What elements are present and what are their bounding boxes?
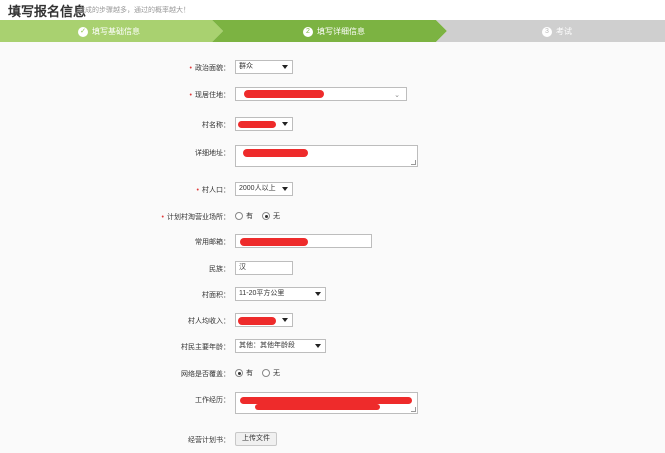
age-select[interactable]: 其他：其他年龄段 bbox=[235, 339, 326, 353]
registration-form: • 政治面貌： 群众 • 现居住地： ⌄ 村名称： 详细地址： • 村人口： 2… bbox=[0, 42, 665, 453]
row-email: 常用邮箱： bbox=[0, 234, 665, 250]
venue-radio-group: 有 无 bbox=[235, 209, 286, 223]
area-value: 11-20平方公里 bbox=[239, 290, 285, 297]
experience-label: 工作经历： bbox=[195, 397, 230, 404]
plan-label: 经营计划书： bbox=[188, 437, 230, 444]
venue-radio-no[interactable] bbox=[262, 212, 270, 220]
check-icon: ✓ bbox=[78, 26, 88, 37]
redaction-mark bbox=[255, 404, 380, 410]
progress-steps: ✓ 填写基础信息 2 填写详细信息 3 考试 bbox=[0, 20, 665, 42]
row-age: 村民主要年龄： 其他：其他年龄段 bbox=[0, 339, 665, 355]
redaction-mark bbox=[238, 317, 276, 325]
row-residence: • 现居住地： ⌄ bbox=[0, 87, 665, 103]
step-2[interactable]: 2 填写详细信息 bbox=[303, 26, 365, 37]
caret-down-icon bbox=[282, 122, 288, 126]
row-ethnicity: 民族： 汉 bbox=[0, 261, 665, 277]
row-plan: 经营计划书： 上传文件 bbox=[0, 432, 665, 448]
step-2-number: 2 bbox=[303, 26, 313, 37]
step-3-label: 考试 bbox=[556, 27, 572, 36]
redaction-mark bbox=[243, 149, 308, 157]
row-area: 村面积： 11-20平方公里 bbox=[0, 287, 665, 303]
network-yes-label: 有 bbox=[246, 370, 253, 377]
row-experience: 工作经历： bbox=[0, 392, 665, 416]
income-label: 村人均收入： bbox=[188, 318, 230, 325]
network-radio-group: 有 无 bbox=[235, 366, 286, 380]
required-mark: • bbox=[161, 214, 164, 221]
age-label: 村民主要年龄： bbox=[181, 344, 230, 351]
redaction-mark bbox=[240, 238, 308, 246]
political-value: 群众 bbox=[239, 63, 253, 70]
row-village: 村名称： bbox=[0, 117, 665, 133]
political-select[interactable]: 群众 bbox=[235, 60, 293, 74]
resize-grip-icon bbox=[411, 160, 416, 165]
population-label: • 村人口： bbox=[196, 187, 230, 194]
caret-down-icon bbox=[315, 292, 321, 296]
required-mark: • bbox=[196, 187, 199, 194]
political-label: • 政治面貌： bbox=[189, 65, 230, 72]
caret-down-icon bbox=[282, 65, 288, 69]
network-radio-no[interactable] bbox=[262, 369, 270, 377]
step-3-number: 3 bbox=[542, 26, 552, 37]
network-no-label: 无 bbox=[273, 370, 280, 377]
village-label: 村名称： bbox=[202, 122, 230, 129]
row-income: 村人均收入： bbox=[0, 313, 665, 329]
caret-down-icon bbox=[282, 187, 288, 191]
required-mark: • bbox=[189, 65, 192, 72]
venue-no-label: 无 bbox=[273, 213, 280, 220]
chevron-down-icon: ⌄ bbox=[394, 92, 400, 99]
row-network: 网络是否覆盖： 有 无 bbox=[0, 366, 665, 382]
venue-yes-label: 有 bbox=[246, 213, 253, 220]
required-mark: • bbox=[189, 92, 192, 99]
page-header: 填写报名信息 完成的步骤越多，通过的概率越大！ bbox=[0, 0, 665, 19]
ethnicity-input[interactable]: 汉 bbox=[235, 261, 293, 275]
row-population: • 村人口： 2000人以上 bbox=[0, 182, 665, 198]
venue-label: • 计划村淘营业场所： bbox=[161, 214, 230, 221]
population-select[interactable]: 2000人以上 bbox=[235, 182, 293, 196]
page-subtitle: 完成的步骤越多，通过的概率越大！ bbox=[78, 7, 190, 14]
population-value: 2000人以上 bbox=[239, 185, 276, 192]
redaction-mark bbox=[240, 397, 412, 404]
row-address: 详细地址： bbox=[0, 145, 665, 169]
page-title: 填写报名信息 bbox=[8, 4, 87, 19]
area-label: 村面积： bbox=[202, 292, 230, 299]
redaction-mark bbox=[238, 121, 276, 128]
email-label: 常用邮箱： bbox=[195, 239, 230, 246]
age-value: 其他：其他年龄段 bbox=[239, 342, 295, 349]
venue-radio-yes[interactable] bbox=[235, 212, 243, 220]
redaction-mark bbox=[244, 90, 324, 98]
address-label: 详细地址： bbox=[195, 150, 230, 157]
step-1-label: 填写基础信息 bbox=[92, 27, 140, 36]
step-2-label: 填写详细信息 bbox=[317, 27, 365, 36]
area-select[interactable]: 11-20平方公里 bbox=[235, 287, 326, 301]
step-3[interactable]: 3 考试 bbox=[542, 26, 572, 37]
resize-grip-icon bbox=[411, 407, 416, 412]
caret-down-icon bbox=[282, 318, 288, 322]
ethnicity-label: 民族： bbox=[209, 266, 230, 273]
residence-label: • 现居住地： bbox=[189, 92, 230, 99]
network-label: 网络是否覆盖： bbox=[181, 371, 230, 378]
row-venue: • 计划村淘营业场所： 有 无 bbox=[0, 209, 665, 225]
upload-file-button[interactable]: 上传文件 bbox=[235, 432, 277, 446]
caret-down-icon bbox=[315, 344, 321, 348]
network-radio-yes[interactable] bbox=[235, 369, 243, 377]
step-1[interactable]: ✓ 填写基础信息 bbox=[78, 26, 140, 37]
row-political: • 政治面貌： 群众 bbox=[0, 60, 665, 76]
